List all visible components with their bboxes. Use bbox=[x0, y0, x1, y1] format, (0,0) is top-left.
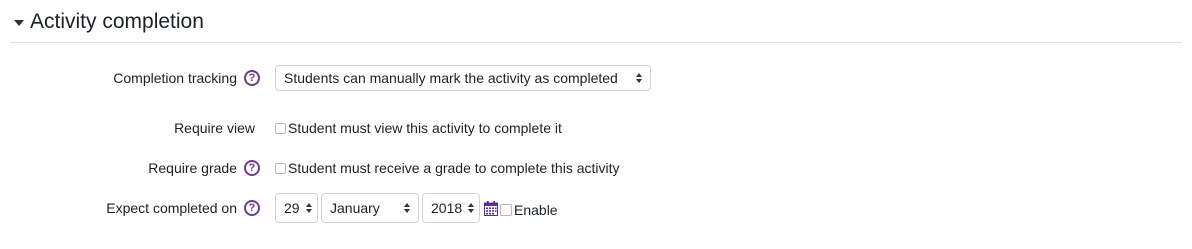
section-title: Activity completion bbox=[30, 10, 204, 33]
require-view-control: Student must view this activity to compl… bbox=[275, 120, 562, 136]
require-view-checkbox-label[interactable]: Student must view this activity to compl… bbox=[288, 120, 562, 136]
year-selected: 2018 bbox=[431, 200, 463, 216]
day-select[interactable]: 29 bbox=[275, 193, 318, 223]
enable-checkbox[interactable] bbox=[500, 204, 512, 216]
completion-tracking-label-cell: Completion tracking ? bbox=[0, 70, 260, 86]
completion-tracking-selected: Students can manually mark the activity … bbox=[284, 70, 618, 86]
expect-completed-label: Expect completed on bbox=[106, 200, 237, 216]
year-select[interactable]: 2018 bbox=[422, 193, 480, 223]
completion-tracking-select[interactable]: Students can manually mark the activity … bbox=[275, 65, 651, 91]
expect-completed-control: 29 January 2018 Enable bbox=[275, 193, 558, 223]
calendar-icon[interactable] bbox=[484, 200, 498, 216]
question-circle-icon[interactable]: ? bbox=[244, 160, 260, 176]
completion-tracking-control: Students can manually mark the activity … bbox=[275, 65, 651, 91]
require-grade-label-cell: Require grade ? bbox=[0, 160, 260, 176]
caret-down-icon bbox=[14, 20, 24, 26]
expect-completed-label-cell: Expect completed on ? bbox=[0, 200, 260, 216]
month-selected: January bbox=[330, 200, 380, 216]
require-view-row: Require view Student must view this acti… bbox=[0, 118, 1192, 138]
select-arrows-icon bbox=[468, 203, 475, 213]
require-view-checkbox[interactable] bbox=[275, 122, 286, 134]
select-arrows-icon bbox=[636, 73, 642, 83]
require-grade-control: Student must receive a grade to complete… bbox=[275, 160, 620, 176]
question-circle-icon[interactable]: ? bbox=[244, 70, 260, 86]
expect-completed-row: Expect completed on ? 29 January 2018 En… bbox=[0, 193, 1192, 223]
select-arrows-icon bbox=[404, 203, 410, 213]
require-grade-checkbox-label[interactable]: Student must receive a grade to complete… bbox=[288, 160, 620, 176]
require-grade-checkbox[interactable] bbox=[275, 162, 286, 174]
month-select[interactable]: January bbox=[321, 193, 419, 223]
section-divider bbox=[10, 42, 1182, 43]
select-arrows-icon bbox=[305, 203, 312, 213]
require-grade-row: Require grade ? Student must receive a g… bbox=[0, 158, 1192, 178]
section-toggle[interactable]: Activity completion bbox=[14, 8, 204, 36]
require-grade-label: Require grade bbox=[148, 160, 237, 176]
completion-tracking-label: Completion tracking bbox=[113, 70, 237, 86]
completion-tracking-row: Completion tracking ? Students can manua… bbox=[0, 64, 1192, 92]
require-view-label: Require view bbox=[174, 120, 255, 136]
enable-label[interactable]: Enable bbox=[514, 202, 558, 218]
question-circle-icon[interactable]: ? bbox=[244, 200, 260, 216]
day-selected: 29 bbox=[284, 200, 300, 216]
require-view-label-cell: Require view bbox=[0, 120, 255, 136]
